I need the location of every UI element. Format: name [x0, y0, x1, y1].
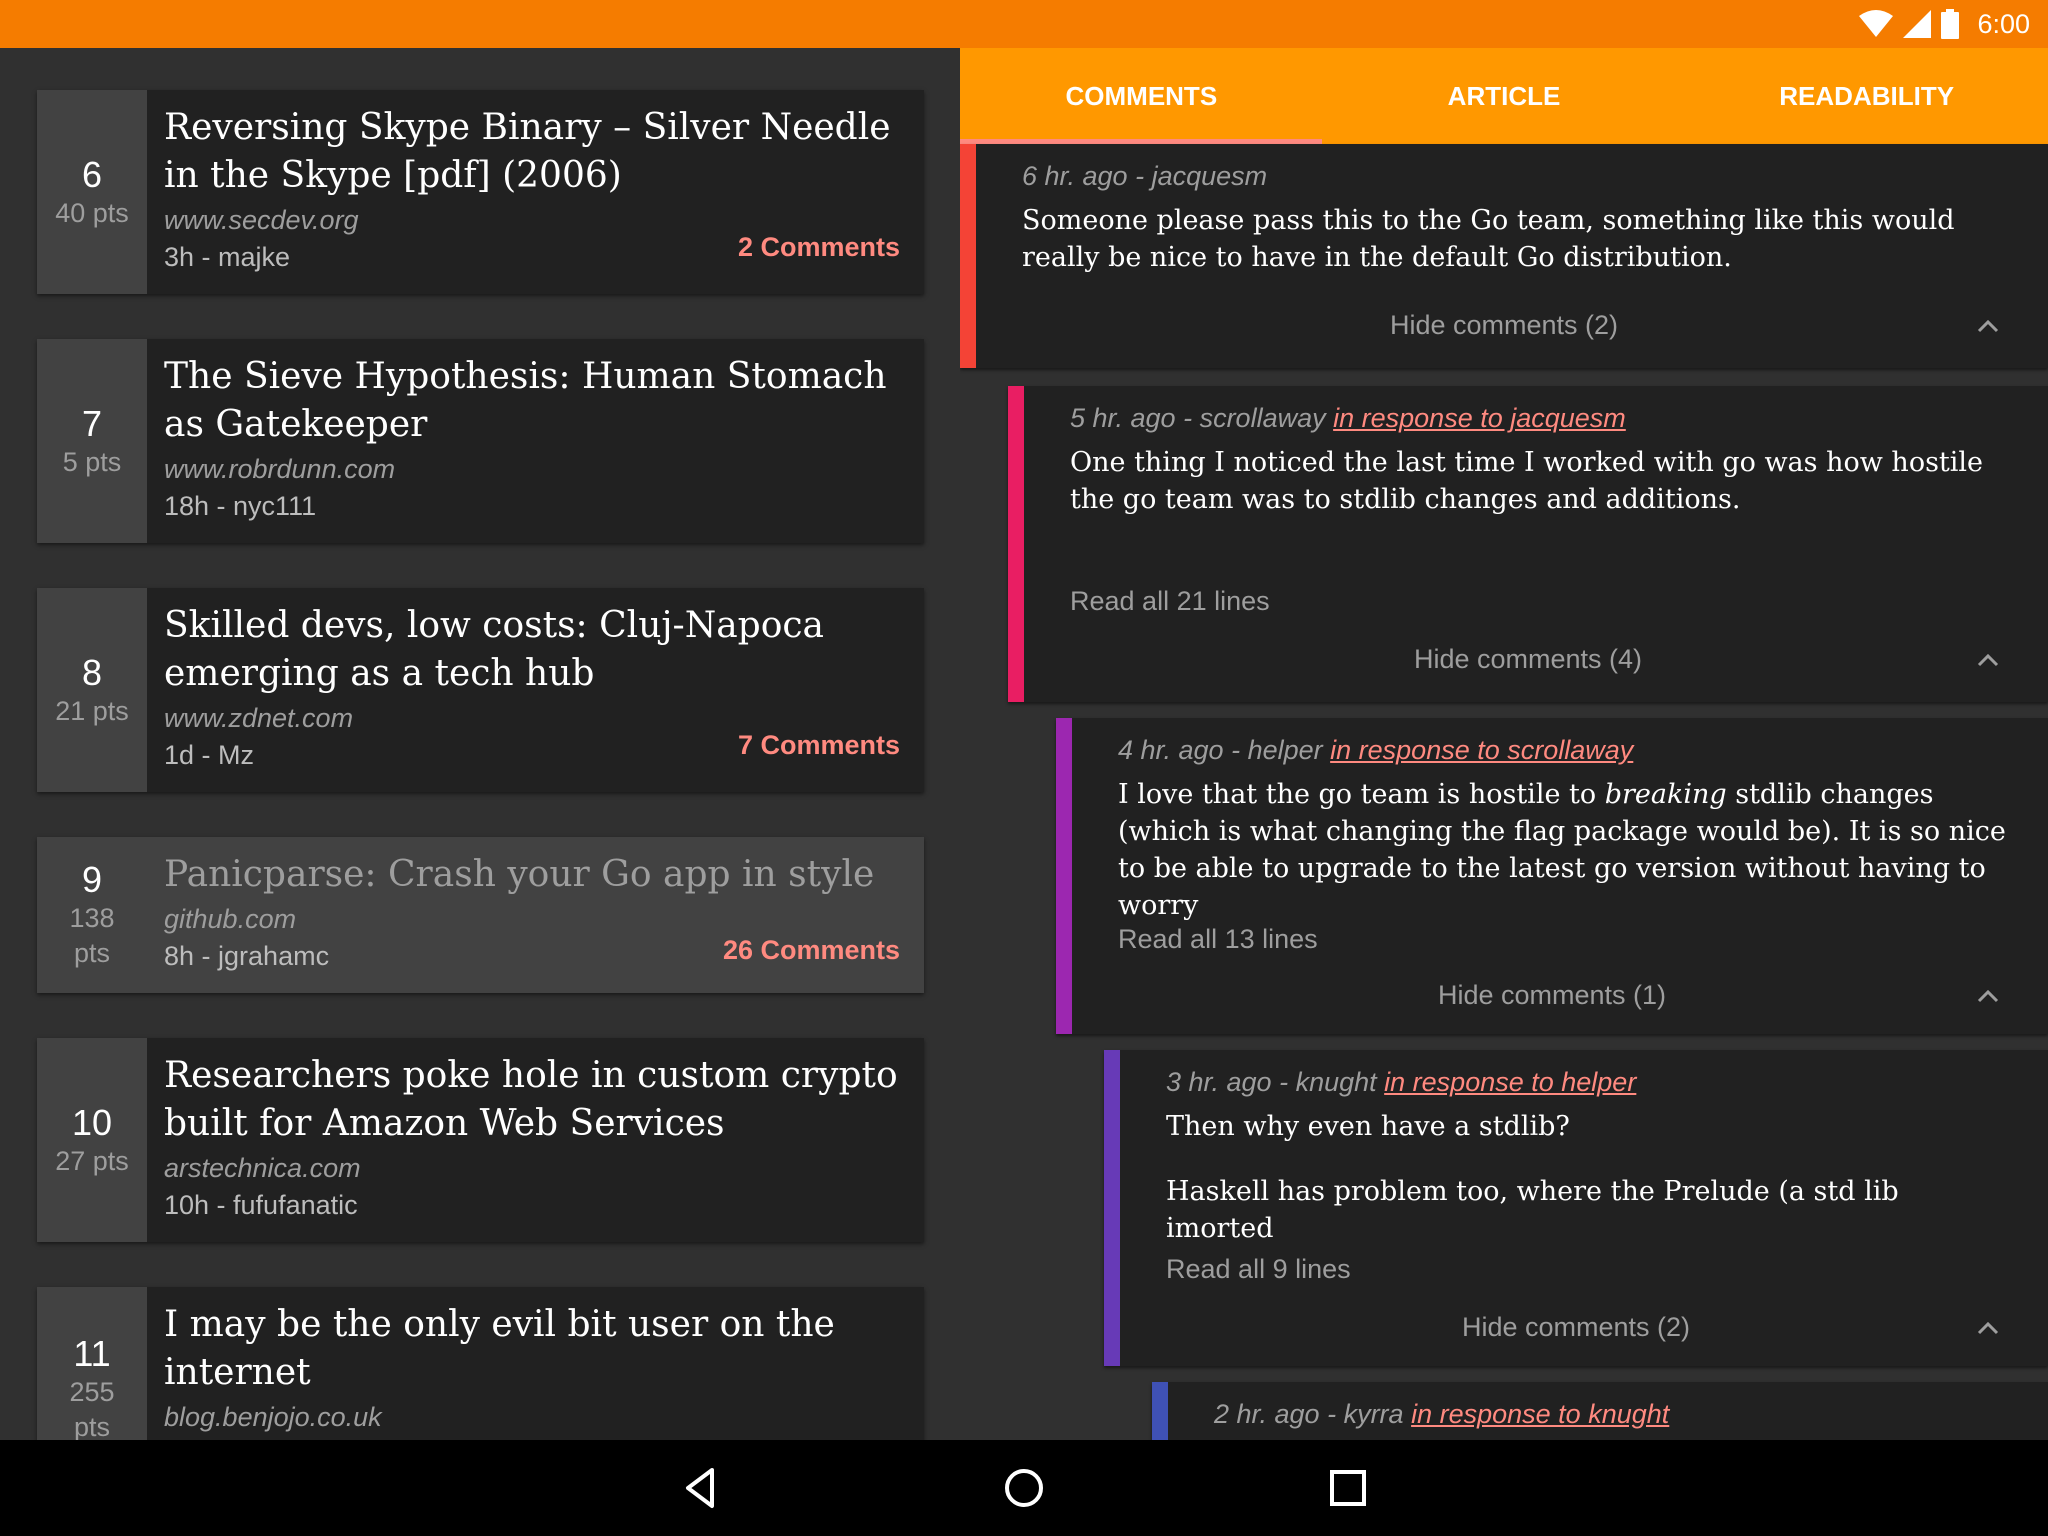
comment[interactable]: 5 hr. ago - scrollaway in response to ja… [1008, 386, 2048, 702]
comment-author-time: 4 hr. ago - helper [1118, 735, 1323, 765]
tab-readability[interactable]: READABILITY [1685, 48, 2048, 144]
comment-text-emphasis: breaking [1604, 779, 1727, 810]
story-title[interactable]: I may be the only evil bit user on the i… [164, 1301, 904, 1397]
story-meta: 10h - fufufanatic [164, 1190, 358, 1220]
hide-comments-button[interactable]: Hide comments (4) [1008, 644, 2048, 675]
story-card[interactable]: 6 40 pts Reversing Skype Binary – Silver… [37, 90, 924, 294]
points: 40 pts [55, 197, 129, 228]
comments-link[interactable]: 7 Comments [738, 730, 900, 761]
chevron-up-icon[interactable] [1976, 984, 2000, 1008]
story-card[interactable]: 8 21 pts Skilled devs, low costs: Cluj-N… [37, 588, 924, 792]
status-bar: 6:00 [0, 0, 2048, 48]
story-card[interactable]: 11 255 pts I may be the only evil bit us… [37, 1287, 924, 1440]
rank-number: 8 [81, 651, 103, 693]
reply-parent-link[interactable]: in response to jacquesm [1333, 403, 1626, 433]
story-title[interactable]: Panicparse: Crash your Go app in style [164, 851, 904, 899]
hide-comments-button[interactable]: Hide comments (2) [1104, 1312, 2048, 1343]
story-rank: 8 21 pts [37, 588, 147, 792]
comment-author-time: 2 hr. ago - kyrra [1214, 1399, 1404, 1429]
chevron-up-icon[interactable] [1976, 1316, 2000, 1340]
points: 138 pts [69, 903, 115, 968]
tab-article[interactable]: ARTICLE [1323, 48, 1686, 144]
points: 27 pts [55, 1145, 129, 1176]
cell-signal-icon [1903, 10, 1932, 38]
comment-text: Haskell has problem too, where the Prelu… [1166, 1176, 1899, 1244]
story-rank: 6 40 pts [37, 90, 147, 294]
home-icon[interactable] [1000, 1464, 1048, 1512]
comment-header: 5 hr. ago - scrollaway in response to ja… [1070, 398, 2008, 438]
story-meta: 18h - nyc111 [164, 491, 317, 521]
rank-number: 9 [81, 859, 103, 900]
comments-link[interactable]: 2 Comments [738, 232, 900, 263]
recents-icon[interactable] [1324, 1464, 1372, 1512]
comment-author-time: 3 hr. ago - knught [1166, 1067, 1377, 1097]
rank-number: 7 [81, 402, 103, 444]
points: 5 pts [62, 446, 122, 477]
rank-number: 10 [71, 1101, 113, 1143]
hide-comments-button[interactable]: Hide comments (2) [960, 310, 2048, 341]
comment-text-part: I love that the go team is hostile to [1118, 779, 1605, 810]
read-all-link[interactable]: Read all 9 lines [1166, 1254, 1351, 1285]
battery-icon [1941, 9, 1960, 39]
comment-text: I love that the go team is hostile to br… [1118, 776, 2008, 924]
comment-header: 4 hr. ago - helper in response to scroll… [1118, 730, 2008, 770]
points: 21 pts [55, 695, 129, 726]
comment[interactable]: 2 hr. ago - kyrra in response to knught [1152, 1382, 2048, 1440]
read-all-link[interactable]: Read all 13 lines [1118, 924, 1318, 955]
back-icon[interactable] [678, 1464, 726, 1512]
comment-text: One thing I noticed the last time I work… [1070, 447, 1984, 515]
story-title[interactable]: Skilled devs, low costs: Cluj-Napoca eme… [164, 602, 904, 698]
comment-text: Someone please pass this to the Go team,… [1022, 205, 1955, 273]
points: 255 pts [69, 1377, 115, 1440]
tab-comments[interactable]: COMMENTS [960, 48, 1323, 144]
comment-author-time: 5 hr. ago - scrollaway [1070, 403, 1326, 433]
comment[interactable]: 6 hr. ago - jacquesm Someone please pass… [960, 144, 2048, 368]
reply-parent-link[interactable]: in response to scrollaway [1330, 735, 1633, 765]
story-card[interactable]: 9 138 pts Panicparse: Crash your Go app … [37, 837, 924, 993]
chevron-up-icon[interactable] [1976, 648, 2000, 672]
story-rank: 9 138 pts [37, 837, 147, 993]
story-title[interactable]: Reversing Skype Binary – Silver Needle i… [164, 104, 904, 200]
comment-header: 3 hr. ago - knught in response to helper [1166, 1062, 2008, 1102]
reply-parent-link[interactable]: in response to helper [1384, 1067, 1636, 1097]
rank-number: 6 [81, 153, 103, 195]
read-all-link[interactable]: Read all 21 lines [1070, 586, 1270, 617]
story-rank: 10 27 pts [37, 1038, 147, 1242]
story-title[interactable]: The Sieve Hypothesis: Human Stomach as G… [164, 353, 904, 449]
detail-panel: COMMENTS ARTICLE READABILITY 6 hr. ago -… [960, 48, 2048, 1440]
story-rank: 7 5 pts [37, 339, 147, 543]
comment[interactable]: 3 hr. ago - knught in response to helper… [1104, 1050, 2048, 1366]
comment[interactable]: 4 hr. ago - helper in response to scroll… [1056, 718, 2048, 1034]
story-card[interactable]: 7 5 pts The Sieve Hypothesis: Human Stom… [37, 339, 924, 543]
story-list[interactable]: 6 40 pts Reversing Skype Binary – Silver… [0, 48, 960, 1440]
story-domain: blog.benjojo.co.uk [164, 1402, 382, 1432]
wifi-icon [1859, 10, 1894, 37]
rank-number: 11 [73, 1333, 111, 1374]
comment-header: 2 hr. ago - kyrra in response to knught [1214, 1394, 2008, 1434]
chevron-up-icon[interactable] [1976, 314, 2000, 338]
comment-author-time: 6 hr. ago - jacquesm [1022, 161, 1268, 191]
story-domain: github.com [164, 904, 297, 934]
thread-depth-bar [1152, 1382, 1168, 1440]
story-domain: www.robrdunn.com [164, 454, 396, 484]
comment-header: 6 hr. ago - jacquesm [1022, 156, 2008, 196]
tab-bar: COMMENTS ARTICLE READABILITY [960, 48, 2048, 144]
comment-text: Then why even have a stdlib? [1166, 1111, 1570, 1142]
story-rank: 11 255 pts [37, 1287, 147, 1440]
story-domain: arstechnica.com [164, 1153, 361, 1183]
comments-link[interactable]: 26 Comments [723, 935, 900, 966]
status-icons: 6:00 [1859, 6, 2030, 42]
story-title[interactable]: Researchers poke hole in custom crypto b… [164, 1052, 904, 1148]
story-card[interactable]: 10 27 pts Researchers poke hole in custo… [37, 1038, 924, 1242]
hide-comments-button[interactable]: Hide comments (1) [1056, 980, 2048, 1011]
navigation-bar [0, 1440, 2048, 1536]
reply-parent-link[interactable]: in response to knught [1411, 1399, 1669, 1429]
clock: 6:00 [1977, 8, 2030, 39]
